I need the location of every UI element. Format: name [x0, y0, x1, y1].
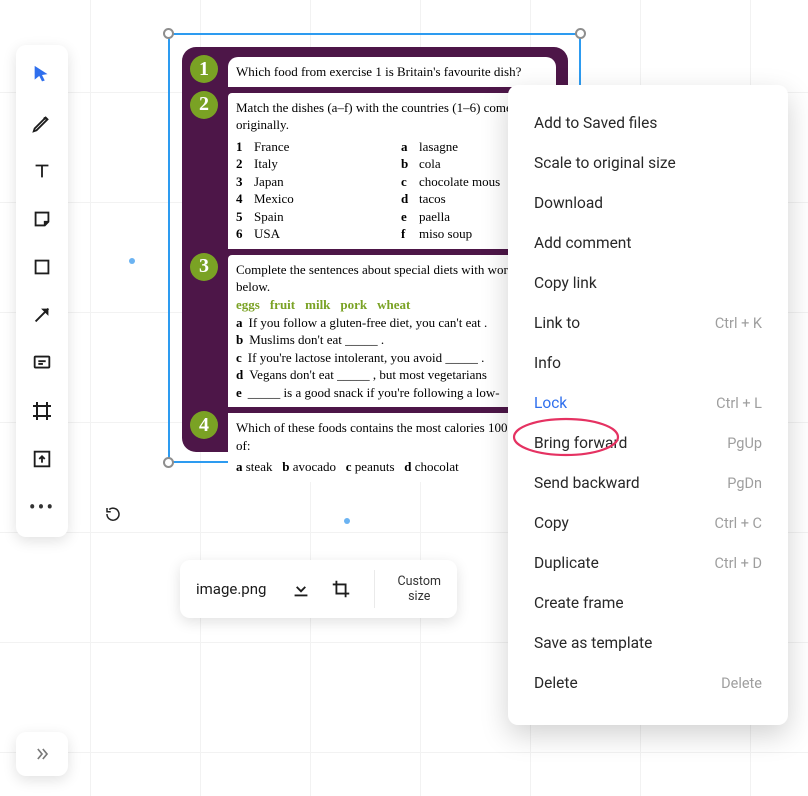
comment-tool[interactable]: [20, 339, 64, 387]
wordbank-word: wheat: [377, 297, 410, 312]
list-item: 2Italy: [236, 155, 383, 173]
list-item: cIf you're lactose intolerant, you avoid…: [236, 349, 548, 367]
menu-item-link-to[interactable]: Link to Ctrl + K: [508, 303, 788, 343]
menu-item-scale-to-original-size[interactable]: Scale to original size: [508, 143, 788, 183]
exercise-prompt: Which of these foods contains the most c…: [236, 419, 548, 454]
download-icon[interactable]: [290, 578, 312, 600]
list-item: aIf you follow a gluten-free diet, you c…: [236, 314, 548, 332]
pencil-tool[interactable]: [20, 99, 64, 147]
menu-item-shortcut: PgDn: [727, 475, 762, 492]
exercise-badge: 4: [190, 411, 218, 439]
menu-item-shortcut: Ctrl + L: [716, 395, 762, 412]
menu-item-label: Create frame: [534, 594, 624, 612]
menu-item-copy[interactable]: Copy Ctrl + C: [508, 503, 788, 543]
options-row: a steak b avocado c peanuts d chocolat: [236, 458, 548, 476]
object-filename: image.png: [196, 580, 266, 598]
upload-tool[interactable]: [20, 435, 64, 483]
menu-item-shortcut: Ctrl + C: [715, 515, 762, 532]
exercise-badge: 2: [190, 91, 218, 119]
rect-tool[interactable]: [20, 243, 64, 291]
resize-handle-bl[interactable]: [163, 457, 174, 468]
object-toolbar: image.png Custom size: [180, 560, 457, 618]
exercise-prompt: Which food from exercise 1 is Britain's …: [228, 57, 556, 87]
menu-item-bring-forward[interactable]: Bring forward PgUp: [508, 423, 788, 463]
exercise-prompt: Match the dishes (a–f) with the countrie…: [236, 99, 548, 134]
list-item: bMuslims don't eat _____ .: [236, 331, 548, 349]
exercise-badge: 3: [190, 253, 218, 281]
custom-size-button[interactable]: Custom size: [397, 574, 441, 604]
menu-item-add-comment[interactable]: Add comment: [508, 223, 788, 263]
context-menu: Add to Saved files Scale to original size…: [508, 85, 788, 725]
list-item: 4Mexico: [236, 190, 383, 208]
list-item: dVegans don't eat _____ , but most veget…: [236, 366, 548, 384]
list-item: 3Japan: [236, 173, 383, 191]
menu-item-shortcut: Ctrl + K: [715, 315, 762, 332]
exercise-prompt: Complete the sentences about special die…: [236, 261, 548, 296]
select-tool[interactable]: [20, 51, 64, 99]
menu-item-shortcut: Delete: [721, 675, 762, 692]
crop-icon[interactable]: [330, 578, 352, 600]
menu-item-duplicate[interactable]: Duplicate Ctrl + D: [508, 543, 788, 583]
wordbank-word: milk: [305, 297, 330, 312]
menu-item-label: Duplicate: [534, 554, 599, 572]
menu-item-label: Scale to original size: [534, 154, 676, 172]
frame-tool[interactable]: [20, 387, 64, 435]
menu-item-save-as-template[interactable]: Save as template: [508, 623, 788, 663]
menu-item-add-to-saved-files[interactable]: Add to Saved files: [508, 103, 788, 143]
menu-item-create-frame[interactable]: Create frame: [508, 583, 788, 623]
snap-dot: [129, 258, 135, 264]
menu-item-label: Copy: [534, 514, 569, 532]
menu-item-copy-link[interactable]: Copy link: [508, 263, 788, 303]
arrow-tool[interactable]: [20, 291, 64, 339]
menu-item-label: Lock: [534, 394, 567, 412]
rotate-handle[interactable]: [104, 505, 122, 527]
menu-item-label: Link to: [534, 314, 580, 332]
menu-item-label: Copy link: [534, 274, 597, 292]
left-toolbar: •••: [16, 45, 68, 537]
menu-item-lock[interactable]: Lock Ctrl + L: [508, 383, 788, 423]
menu-item-shortcut: PgUp: [727, 435, 762, 452]
menu-item-label: Download: [534, 194, 603, 212]
menu-item-label: Add to Saved files: [534, 114, 657, 132]
menu-item-label: Add comment: [534, 234, 631, 252]
wordbank-word: eggs: [236, 297, 260, 312]
more-icon: •••: [29, 495, 55, 519]
list-item: 6USA: [236, 225, 383, 243]
menu-item-label: Bring forward: [534, 434, 627, 452]
list-item: 5Spain: [236, 208, 383, 226]
menu-item-shortcut: Ctrl + D: [714, 555, 762, 572]
menu-item-label: Info: [534, 354, 561, 372]
expand-toolbar-button[interactable]: [16, 732, 68, 776]
list-item: 1France: [236, 138, 383, 156]
resize-handle-tl[interactable]: [163, 28, 174, 39]
menu-item-download[interactable]: Download: [508, 183, 788, 223]
wordbank-word: fruit: [270, 297, 295, 312]
menu-item-label: Save as template: [534, 634, 652, 652]
resize-handle-tr[interactable]: [575, 28, 586, 39]
toolbar-divider: [374, 570, 375, 608]
menu-item-label: Delete: [534, 674, 578, 692]
more-tools[interactable]: •••: [20, 483, 64, 531]
menu-item-delete[interactable]: Delete Delete: [508, 663, 788, 703]
sticky-tool[interactable]: [20, 195, 64, 243]
menu-item-send-backward[interactable]: Send backward PgDn: [508, 463, 788, 503]
menu-item-label: Send backward: [534, 474, 640, 492]
list-item: e_____ is a good snack if you're followi…: [236, 384, 548, 402]
wordbank-word: pork: [340, 297, 367, 312]
menu-item-info[interactable]: Info: [508, 343, 788, 383]
text-tool[interactable]: [20, 147, 64, 195]
exercise-badge: 1: [190, 55, 218, 83]
snap-dot: [344, 518, 350, 524]
